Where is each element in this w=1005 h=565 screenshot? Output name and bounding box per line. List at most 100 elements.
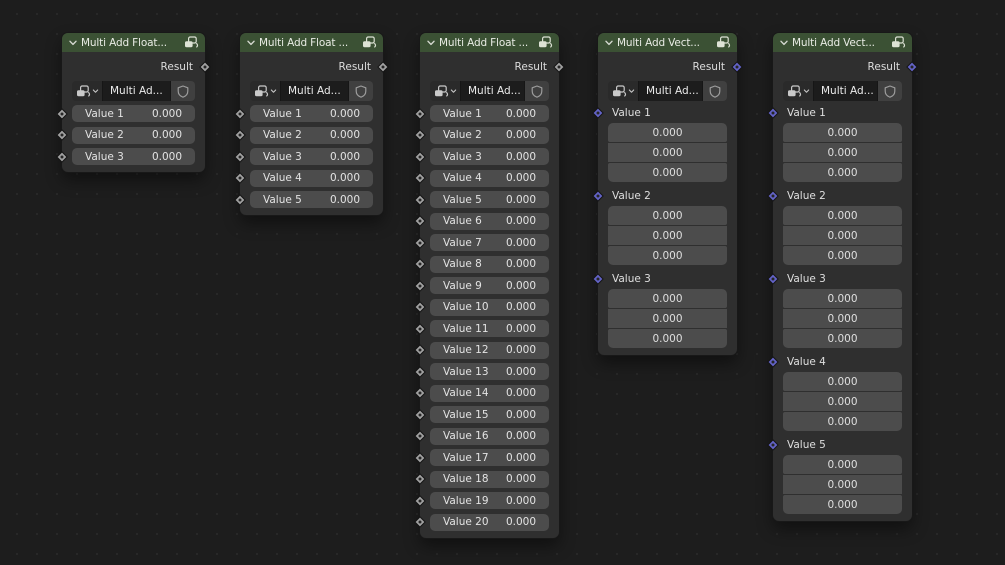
input-socket[interactable] <box>414 301 426 313</box>
fake-user-shield-button[interactable] <box>171 81 195 101</box>
value-slider[interactable]: Value 50.000 <box>250 191 373 208</box>
node-group-name-field[interactable]: Multi Ad... <box>639 81 703 101</box>
input-socket[interactable] <box>767 356 779 368</box>
output-socket[interactable] <box>906 61 918 73</box>
group-node-vector-4[interactable]: Multi Add Vect...ResultMulti Ad...Value … <box>598 33 737 355</box>
value-slider[interactable]: Value 70.000 <box>430 234 549 251</box>
vector-component-field[interactable]: 0.000 <box>608 143 727 162</box>
input-socket[interactable] <box>592 190 604 202</box>
collapse-chevron-icon[interactable] <box>779 38 789 48</box>
vector-component-field[interactable]: 0.000 <box>608 206 727 225</box>
value-slider[interactable]: Value 30.000 <box>72 148 195 165</box>
node-group-browse-button[interactable] <box>430 81 461 101</box>
input-socket[interactable] <box>414 258 426 270</box>
vector-component-field[interactable]: 0.000 <box>608 329 727 348</box>
node-header[interactable]: Multi Add Vect... <box>598 33 737 52</box>
value-slider[interactable]: Value 160.000 <box>430 428 549 445</box>
input-socket[interactable] <box>414 516 426 528</box>
value-slider[interactable]: Value 120.000 <box>430 342 549 359</box>
input-socket[interactable] <box>234 129 246 141</box>
node-group-name-field[interactable]: Multi Ad... <box>103 81 171 101</box>
input-socket[interactable] <box>414 366 426 378</box>
vector-component-field[interactable]: 0.000 <box>783 246 902 265</box>
input-socket[interactable] <box>414 280 426 292</box>
input-socket[interactable] <box>414 151 426 163</box>
node-group-name-field[interactable]: Multi Ad... <box>814 81 878 101</box>
input-socket[interactable] <box>414 473 426 485</box>
value-slider[interactable]: Value 10.000 <box>430 105 549 122</box>
value-slider[interactable]: Value 190.000 <box>430 492 549 509</box>
vector-component-field[interactable]: 0.000 <box>608 246 727 265</box>
input-socket[interactable] <box>414 452 426 464</box>
input-socket[interactable] <box>414 344 426 356</box>
input-socket[interactable] <box>767 273 779 285</box>
node-header[interactable]: Multi Add Float ... <box>240 33 383 52</box>
value-slider[interactable]: Value 200.000 <box>430 514 549 531</box>
vector-component-field[interactable]: 0.000 <box>783 475 902 494</box>
vector-component-field[interactable]: 0.000 <box>783 143 902 162</box>
vector-component-field[interactable]: 0.000 <box>783 163 902 182</box>
input-socket[interactable] <box>414 387 426 399</box>
fake-user-shield-button[interactable] <box>703 81 727 101</box>
group-node-float-1[interactable]: Multi Add Float...ResultMulti Ad...Value… <box>62 33 205 172</box>
input-socket[interactable] <box>414 237 426 249</box>
value-slider[interactable]: Value 170.000 <box>430 449 549 466</box>
input-socket[interactable] <box>56 151 68 163</box>
value-slider[interactable]: Value 40.000 <box>250 170 373 187</box>
node-editor-canvas[interactable]: Multi Add Float...ResultMulti Ad...Value… <box>0 0 1005 565</box>
node-header[interactable]: Multi Add Float ... <box>420 33 559 52</box>
node-header[interactable]: Multi Add Vect... <box>773 33 912 52</box>
value-slider[interactable]: Value 100.000 <box>430 299 549 316</box>
vector-component-field[interactable]: 0.000 <box>783 123 902 142</box>
input-socket[interactable] <box>234 172 246 184</box>
value-slider[interactable]: Value 180.000 <box>430 471 549 488</box>
input-socket[interactable] <box>414 430 426 442</box>
node-header[interactable]: Multi Add Float... <box>62 33 205 52</box>
output-socket[interactable] <box>199 61 211 73</box>
node-group-browse-button[interactable] <box>608 81 639 101</box>
value-slider[interactable]: Value 80.000 <box>430 256 549 273</box>
group-node-float-2[interactable]: Multi Add Float ...ResultMulti Ad...Valu… <box>240 33 383 215</box>
node-group-name-field[interactable]: Multi Ad... <box>281 81 349 101</box>
value-slider[interactable]: Value 20.000 <box>250 127 373 144</box>
input-socket[interactable] <box>414 409 426 421</box>
group-node-float-3[interactable]: Multi Add Float ...ResultMulti Ad...Valu… <box>420 33 559 538</box>
value-slider[interactable]: Value 150.000 <box>430 406 549 423</box>
collapse-chevron-icon[interactable] <box>246 38 256 48</box>
fake-user-shield-button[interactable] <box>878 81 902 101</box>
input-socket[interactable] <box>767 439 779 451</box>
vector-component-field[interactable]: 0.000 <box>783 455 902 474</box>
input-socket[interactable] <box>767 190 779 202</box>
group-node-vector-5[interactable]: Multi Add Vect...ResultMulti Ad...Value … <box>773 33 912 521</box>
value-slider[interactable]: Value 60.000 <box>430 213 549 230</box>
value-slider[interactable]: Value 30.000 <box>250 148 373 165</box>
input-socket[interactable] <box>414 215 426 227</box>
vector-component-field[interactable]: 0.000 <box>783 289 902 308</box>
input-socket[interactable] <box>414 108 426 120</box>
value-slider[interactable]: Value 90.000 <box>430 277 549 294</box>
vector-component-field[interactable]: 0.000 <box>783 392 902 411</box>
vector-component-field[interactable]: 0.000 <box>783 206 902 225</box>
output-socket[interactable] <box>553 61 565 73</box>
vector-component-field[interactable]: 0.000 <box>608 163 727 182</box>
vector-component-field[interactable]: 0.000 <box>783 495 902 514</box>
input-socket[interactable] <box>592 273 604 285</box>
vector-component-field[interactable]: 0.000 <box>783 372 902 391</box>
input-socket[interactable] <box>767 107 779 119</box>
input-socket[interactable] <box>414 172 426 184</box>
input-socket[interactable] <box>414 194 426 206</box>
value-slider[interactable]: Value 110.000 <box>430 320 549 337</box>
vector-component-field[interactable]: 0.000 <box>783 412 902 431</box>
output-socket[interactable] <box>377 61 389 73</box>
vector-component-field[interactable]: 0.000 <box>783 226 902 245</box>
value-slider[interactable]: Value 10.000 <box>72 105 195 122</box>
vector-component-field[interactable]: 0.000 <box>608 123 727 142</box>
value-slider[interactable]: Value 50.000 <box>430 191 549 208</box>
output-socket[interactable] <box>731 61 743 73</box>
value-slider[interactable]: Value 140.000 <box>430 385 549 402</box>
input-socket[interactable] <box>414 495 426 507</box>
input-socket[interactable] <box>414 129 426 141</box>
node-group-browse-button[interactable] <box>250 81 281 101</box>
vector-component-field[interactable]: 0.000 <box>783 329 902 348</box>
value-slider[interactable]: Value 20.000 <box>430 127 549 144</box>
